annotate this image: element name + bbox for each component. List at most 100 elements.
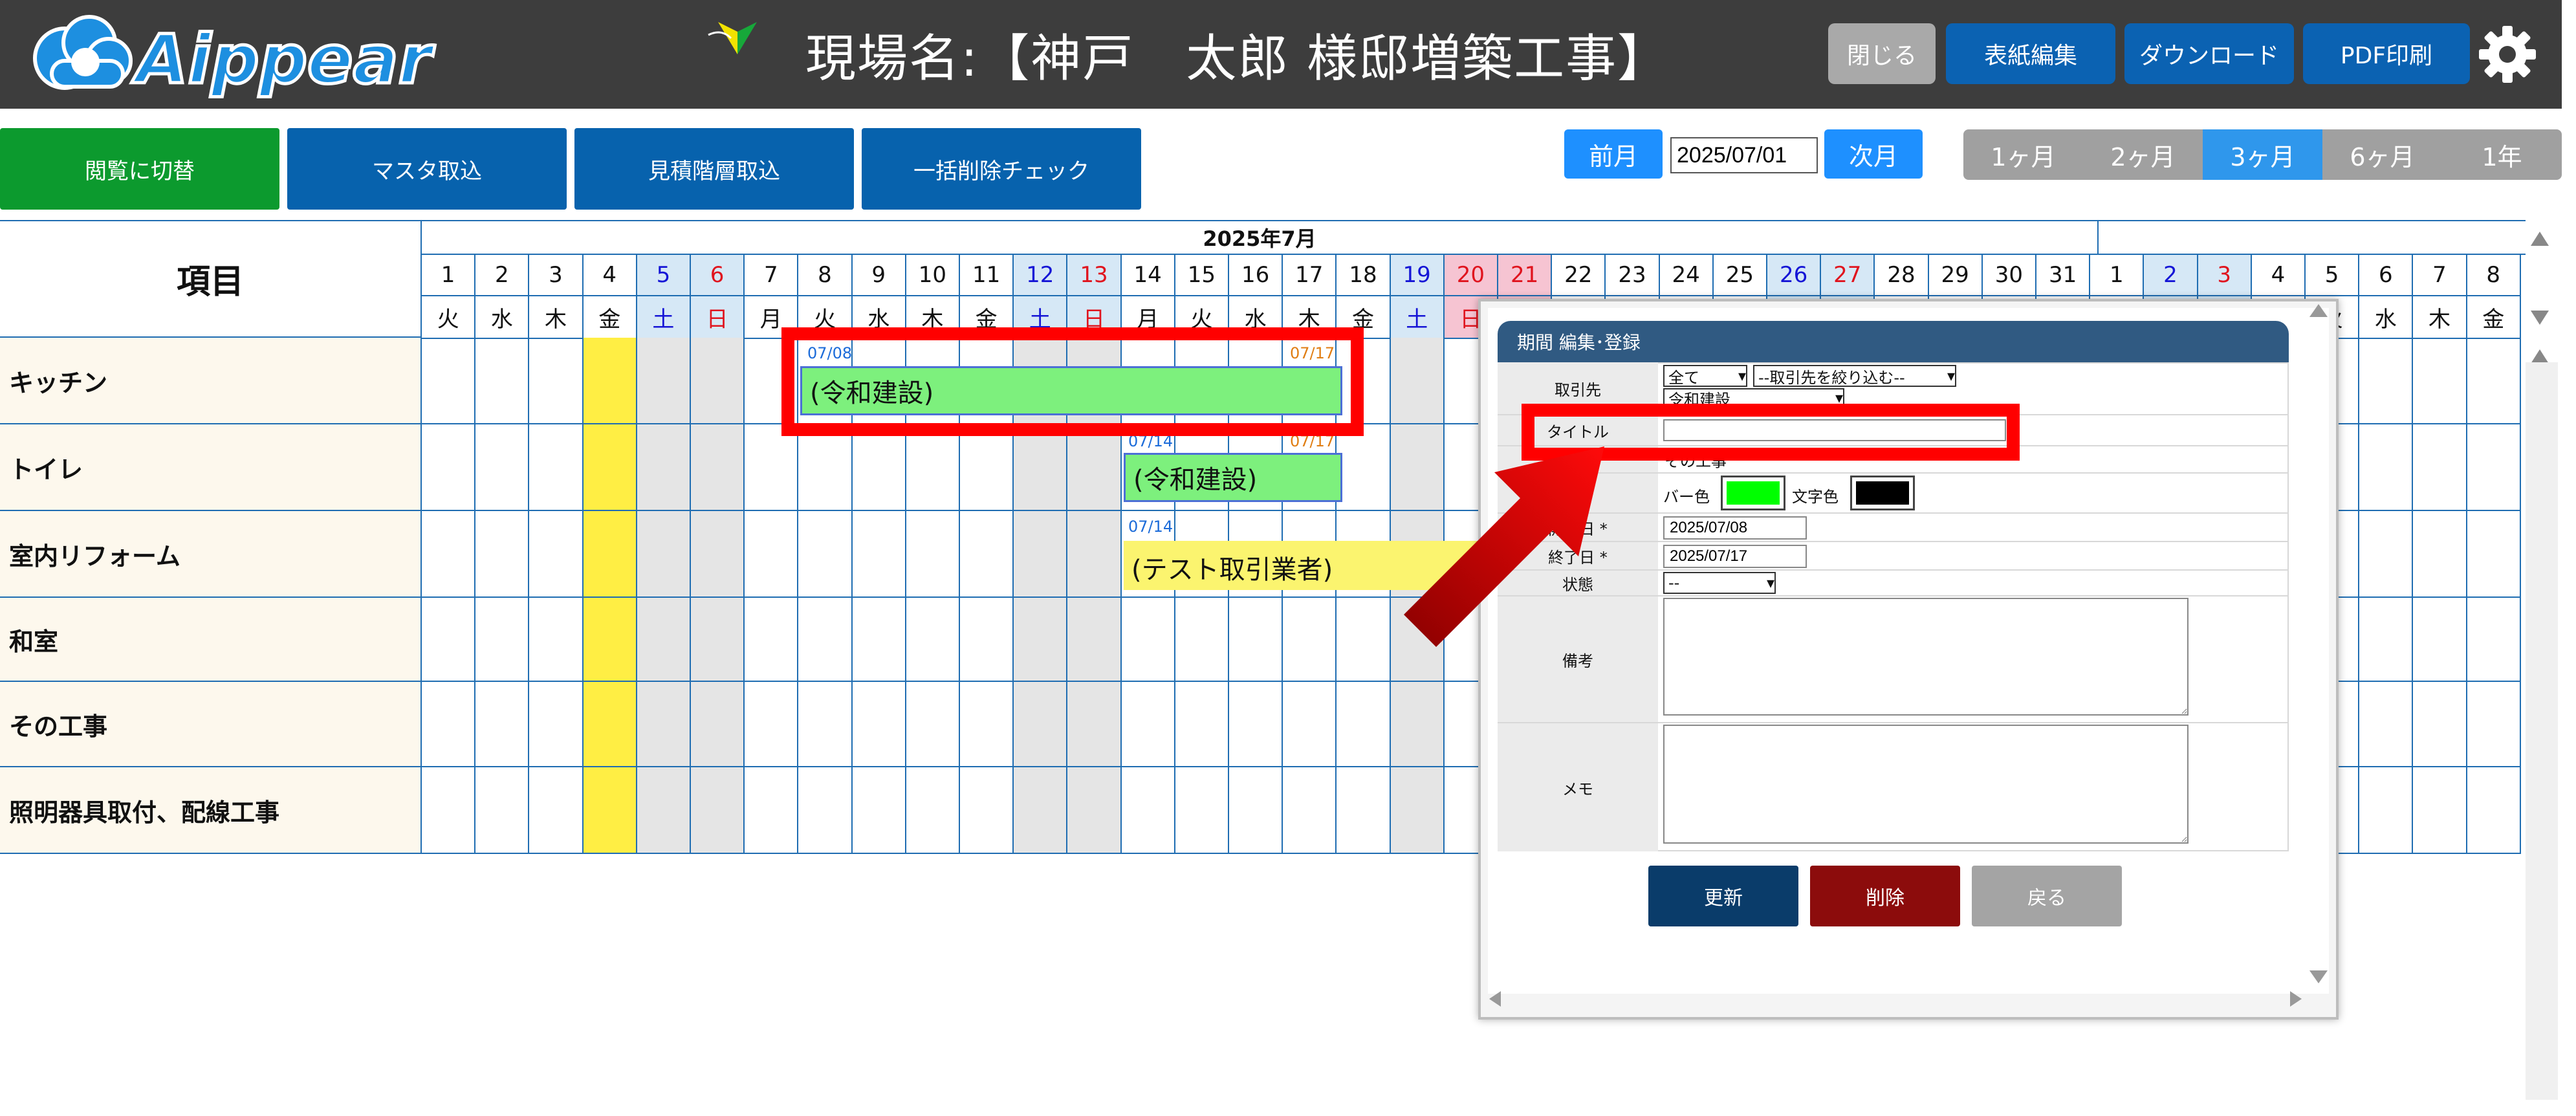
cover-edit-button[interactable]: 表紙編集 [1946, 23, 2115, 84]
grid-cell [2413, 338, 2467, 424]
client-narrow-select[interactable]: --取引先を絞り込む-- ▾ [1753, 365, 1956, 387]
row-label-lighting-wiring: 照明器具取付、配線工事 [0, 767, 422, 854]
grid-cell [960, 767, 1014, 854]
row-label-kitchen: キッチン [0, 338, 422, 424]
day-number: 6 [2359, 255, 2414, 296]
grid-cell [583, 511, 637, 598]
grid-cell [906, 767, 960, 854]
dialog-scroll-down-arrow[interactable] [2309, 970, 2328, 983]
day-number: 18 [1337, 255, 1391, 296]
bar-color-picker[interactable] [1721, 476, 1785, 510]
grid-cell [583, 338, 637, 424]
grid-cell [2359, 338, 2414, 424]
select-value: --取引先を絞り込む-- [1758, 368, 1905, 387]
grid-cell [583, 598, 637, 682]
status-select[interactable]: -- ▾ [1663, 572, 1776, 594]
grid-cell [2359, 511, 2414, 598]
grid-cell [2359, 682, 2414, 767]
estimate-import-button[interactable]: 見積階層取込 [574, 128, 854, 210]
grid-cell [2467, 682, 2521, 767]
master-import-button[interactable]: マスタ取込 [287, 128, 567, 210]
grid-cell [637, 767, 691, 854]
grid-cell [1390, 338, 1445, 424]
grid-cell [1121, 682, 1175, 767]
grid-cell [852, 424, 906, 511]
range-1-month[interactable]: 1ヶ月 [1963, 129, 2083, 180]
vertical-scrollbar[interactable] [2526, 362, 2558, 1100]
start-date-input[interactable] [1663, 516, 1807, 540]
download-button[interactable]: ダウンロード [2124, 23, 2294, 84]
switch-view-button[interactable]: 閲覧に切替 [0, 128, 279, 210]
scroll-up-arrow[interactable] [2531, 349, 2549, 364]
range-2-months[interactable]: 2ヶ月 [2083, 129, 2203, 180]
grid-cell [1337, 598, 1391, 682]
day-number: 5 [2306, 255, 2360, 296]
grid-cell [2413, 511, 2467, 598]
memo-label: メモ [1498, 723, 1658, 851]
weekday-label: 土 [637, 296, 691, 339]
date-input[interactable] [1670, 137, 1818, 173]
row-label-japanese-room: 和室 [0, 598, 422, 682]
close-button[interactable]: 閉じる [1828, 23, 1936, 84]
grid-cell [745, 598, 799, 682]
text-color-picker[interactable] [1850, 476, 1915, 510]
grid-cell [1283, 767, 1337, 854]
range-3-months[interactable]: 3ヶ月 [2203, 129, 2322, 180]
dialog-scroll-left-arrow[interactable] [1489, 991, 1501, 1007]
pdf-print-button[interactable]: PDF印刷 [2303, 23, 2470, 84]
update-button[interactable]: 更新 [1648, 866, 1798, 926]
back-button[interactable]: 戻る [1972, 866, 2122, 926]
grid-cell [529, 511, 584, 598]
grid-cell [852, 598, 906, 682]
delete-button[interactable]: 削除 [1810, 866, 1960, 926]
day-number: 12 [1014, 255, 1068, 296]
client-filter-select[interactable]: 全て ▾ [1663, 365, 1747, 387]
schedule-bar-toilet[interactable]: (令和建設) [1124, 453, 1342, 502]
day-number: 9 [852, 255, 906, 296]
memo-textarea[interactable] [1663, 725, 2189, 844]
grid-cell [475, 338, 530, 424]
grid-cell [2359, 598, 2414, 682]
grid-cell [529, 682, 584, 767]
grid-cell [798, 511, 853, 598]
weekday-label: 火 [422, 296, 476, 339]
grid-cell [906, 598, 960, 682]
scroll-down-arrow[interactable] [2531, 311, 2549, 325]
weekday-label: 金 [2467, 296, 2521, 339]
grid-cell [2467, 338, 2521, 424]
bulk-delete-check-button[interactable]: 一括削除チェック [862, 128, 1141, 210]
day-number: 14 [1121, 255, 1175, 296]
grid-cell [1067, 424, 1122, 511]
grid-cell [1014, 682, 1068, 767]
grid-cell [422, 598, 476, 682]
prev-month-button[interactable]: 前月 [1564, 129, 1663, 179]
day-number: 30 [1982, 255, 2036, 296]
range-1-year[interactable]: 1年 [2442, 129, 2562, 180]
grid-cell [691, 511, 745, 598]
day-number: 4 [583, 255, 637, 296]
grid-cell [1014, 767, 1068, 854]
dialog-scroll-up-arrow[interactable] [2309, 304, 2328, 317]
dialog-title: 期間 編集･登録 [1498, 321, 2289, 362]
day-number: 2 [475, 255, 530, 296]
next-month-button[interactable]: 次月 [1824, 129, 1923, 179]
weekday-label: 金 [583, 296, 637, 339]
grid-cell [637, 338, 691, 424]
grid-cell [583, 767, 637, 854]
month-label: 2025年7月 [422, 221, 2099, 255]
gear-icon[interactable] [2476, 23, 2538, 85]
grid-cell [583, 424, 637, 511]
remarks-textarea[interactable] [1663, 598, 2189, 716]
grid-cell [2359, 767, 2414, 854]
grid-cell [475, 682, 530, 767]
end-date-input[interactable] [1663, 545, 1807, 568]
range-6-months[interactable]: 6ヶ月 [2322, 129, 2442, 180]
grid-cell [422, 424, 476, 511]
grid-cell [960, 598, 1014, 682]
highlight-box-kitchen-bar [781, 327, 1364, 436]
day-number: 4 [2251, 255, 2306, 296]
dialog-scroll-right-arrow[interactable] [2290, 991, 2302, 1007]
grid-cell [1121, 598, 1175, 682]
grid-cell [422, 682, 476, 767]
scroll-up-arrow[interactable] [2531, 232, 2549, 246]
